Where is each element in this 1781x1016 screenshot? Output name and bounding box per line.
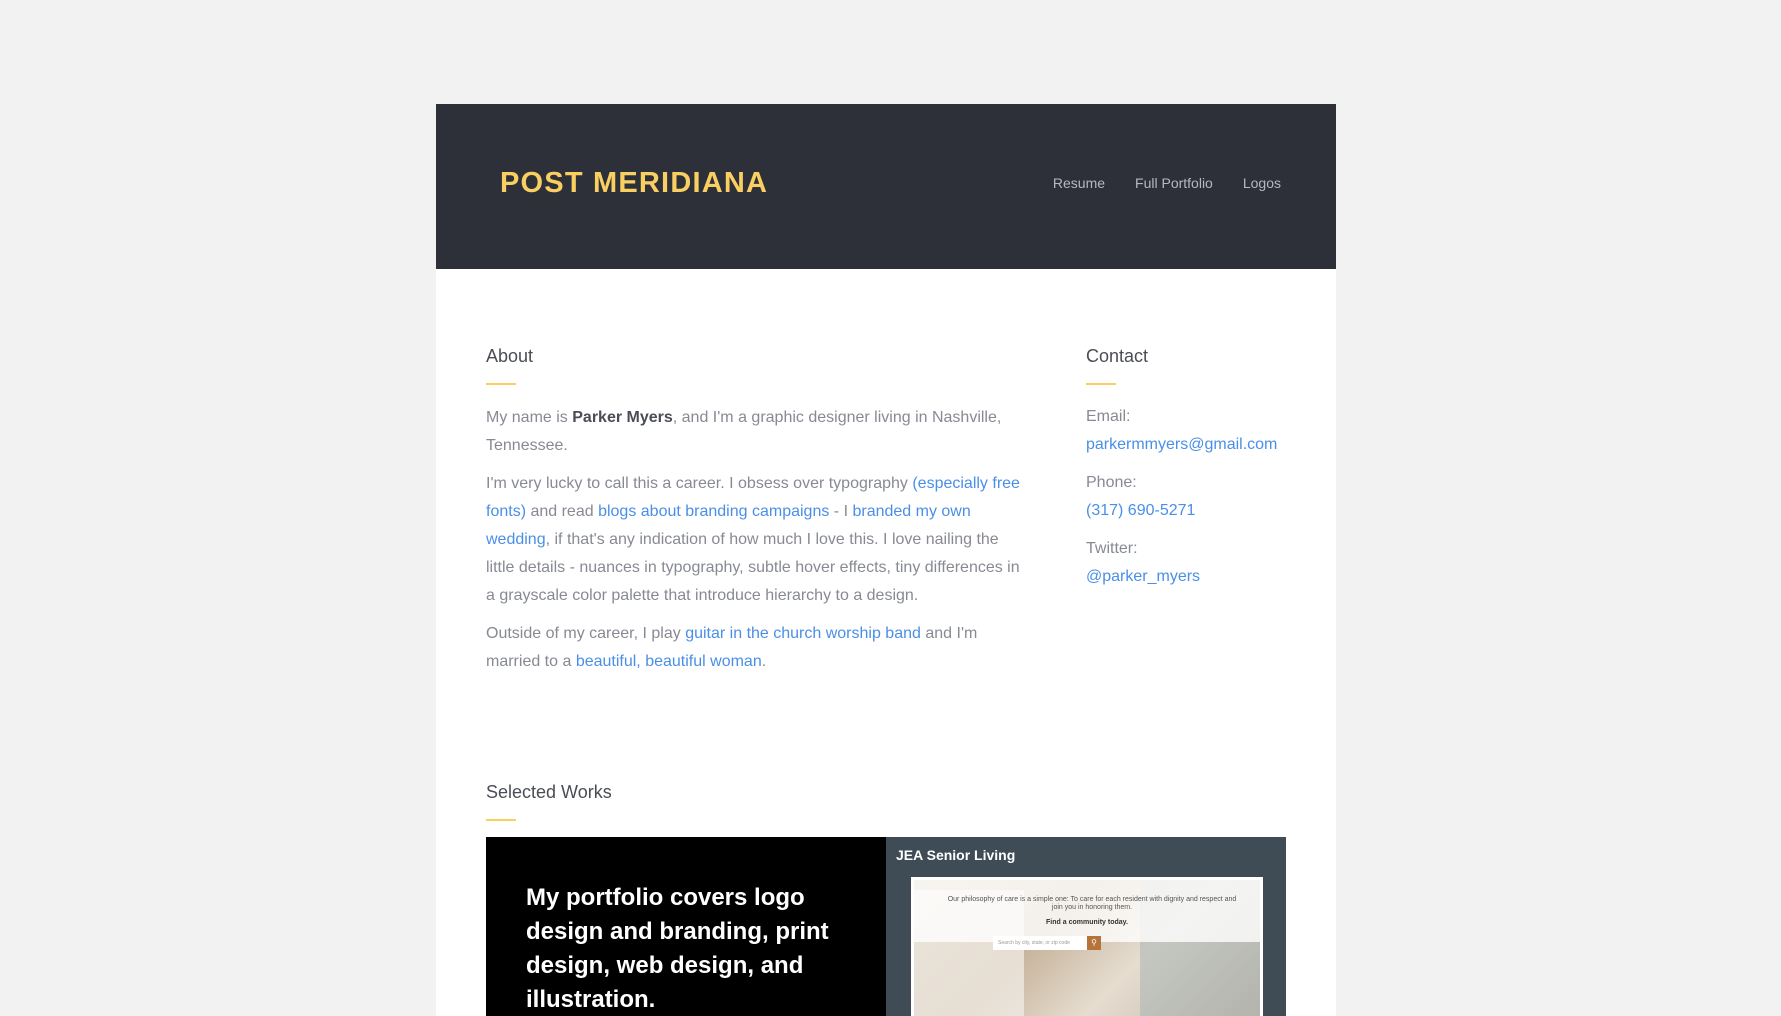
- work-tile-title: JEA Senior Living: [896, 847, 1016, 863]
- phone-link[interactable]: (317) 690-5271: [1086, 502, 1195, 519]
- selected-works-rule: [486, 819, 516, 821]
- text: Outside of my career, I play: [486, 625, 686, 642]
- main-nav: Resume Full Portfolio Logos: [1053, 175, 1281, 191]
- phone-block: Phone: (317) 690-5271: [1086, 469, 1306, 525]
- phone-label: Phone:: [1086, 474, 1137, 491]
- portfolio-intro-tile: My portfolio covers logo design and bran…: [486, 837, 886, 1016]
- nav-resume[interactable]: Resume: [1053, 175, 1105, 191]
- page-card: POST MERIDIANA Resume Full Portfolio Log…: [436, 104, 1336, 1016]
- text: , if that's any indication of how much I…: [486, 531, 1020, 604]
- text: .: [761, 653, 767, 670]
- thumbnail-cta: Find a community today.: [1046, 919, 1128, 926]
- worship-band-link[interactable]: guitar in the church worship band: [685, 625, 921, 642]
- text: and read: [526, 503, 599, 520]
- text: I'm very lucky to call this a career. I …: [486, 475, 913, 492]
- branding-blogs-link[interactable]: blogs about branding campaigns: [598, 503, 829, 520]
- work-thumbnail-image[interactable]: Our philosophy of care is a simple one: …: [911, 877, 1263, 1016]
- twitter-label: Twitter:: [1086, 540, 1138, 557]
- text: - I: [829, 503, 853, 520]
- text: My name is: [486, 409, 573, 426]
- works-grid: My portfolio covers logo design and bran…: [486, 837, 1286, 1016]
- selected-works-header: Selected Works: [486, 782, 1286, 821]
- email-link[interactable]: parkermmyers@gmail.com: [1086, 436, 1277, 453]
- about-paragraph-1: My name is Parker Myers, and I'm a graph…: [486, 404, 1031, 460]
- contact-title: Contact: [1086, 346, 1149, 366]
- thumbnail-search-field: Search by city, state, or zip code: [993, 936, 1087, 950]
- author-name: Parker Myers: [572, 409, 673, 426]
- email-block: Email: parkermmyers@gmail.com: [1086, 403, 1306, 459]
- about-section: About My name is Parker Myers, and I'm a…: [486, 346, 1031, 676]
- site-logo[interactable]: POST MERIDIANA: [500, 167, 768, 200]
- about-rule: [486, 383, 516, 385]
- nav-full-portfolio[interactable]: Full Portfolio: [1135, 175, 1213, 191]
- about-paragraph-3: Outside of my career, I play guitar in t…: [486, 620, 1031, 676]
- about-title: About: [486, 346, 534, 366]
- site-header: POST MERIDIANA Resume Full Portfolio Log…: [436, 104, 1336, 269]
- thumbnail-tagline: Our philosophy of care is a simple one: …: [947, 896, 1237, 911]
- email-label: Email:: [1086, 408, 1131, 425]
- twitter-block: Twitter: @parker_myers: [1086, 535, 1306, 591]
- twitter-link[interactable]: @parker_myers: [1086, 568, 1200, 585]
- work-tile-jea-senior-living[interactable]: JEA Senior Living Our philosophy of care…: [886, 837, 1286, 1016]
- selected-works-title: Selected Works: [486, 782, 612, 802]
- about-paragraph-2: I'm very lucky to call this a career. I …: [486, 470, 1031, 610]
- contact-section: Contact Email: parkermmyers@gmail.com Ph…: [1086, 346, 1306, 591]
- wife-link[interactable]: beautiful, beautiful woman: [576, 653, 762, 670]
- search-go-icon: ⚲: [1087, 936, 1101, 950]
- nav-logos[interactable]: Logos: [1243, 175, 1281, 191]
- contact-rule: [1086, 383, 1116, 385]
